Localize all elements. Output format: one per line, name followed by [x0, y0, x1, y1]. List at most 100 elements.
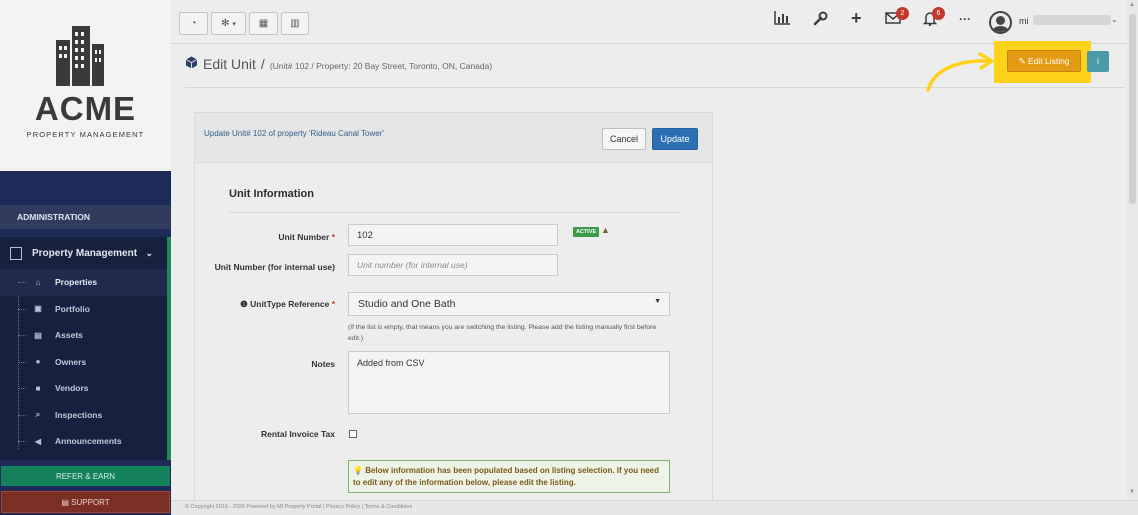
search-icon: ⌕: [35, 409, 41, 419]
gear-icon: ✻: [221, 18, 230, 29]
wrench-icon[interactable]: [813, 11, 828, 30]
caret-down-icon: ▾: [232, 21, 236, 28]
form-header-text: Update Unit# 102 of property 'Rideau Can…: [204, 129, 384, 138]
property-management-group: Property Management ⌄ ⌂ Properties ▣ Portfo…: [0, 237, 171, 460]
add-icon[interactable]: +: [851, 8, 862, 29]
building-logo-icon: [56, 26, 104, 86]
mail-badge: 2: [896, 7, 909, 20]
notice-text: Below information has been populated bas…: [353, 466, 660, 487]
sidebar-item-assets[interactable]: ▤ Assets: [0, 322, 167, 349]
notification-badge: 6: [932, 7, 945, 20]
pencil-icon: ✎: [1018, 56, 1026, 66]
info-button[interactable]: i: [1087, 51, 1109, 72]
caret-down-icon: ▼: [654, 298, 661, 305]
sidebar-item-properties[interactable]: ⌂ Properties: [0, 269, 167, 296]
internal-unit-number-label: Unit Number (for internal use): [214, 262, 335, 272]
chevron-down-icon: ⌄: [145, 247, 153, 258]
assets-icon: ▤: [34, 330, 42, 340]
edit-listing-button[interactable]: ✎ Edit Listing: [1007, 50, 1081, 72]
group-label: Property Management: [32, 247, 138, 259]
portfolio-icon: ▣: [34, 304, 42, 314]
scroll-down-arrow[interactable]: ▼: [1129, 489, 1135, 495]
warning-icon: ▲: [601, 225, 610, 235]
sidebar-item-label: Owners: [55, 356, 87, 367]
dashboard-button[interactable]: ◔: [179, 12, 208, 35]
refer-earn-button[interactable]: REFER & EARN: [1, 466, 170, 486]
sidebar-item-portfolio[interactable]: ▣ Portfolio: [0, 296, 167, 323]
calendar-icon: ▦: [258, 18, 269, 29]
rental-invoice-tax-label: Rental Invoice Tax: [260, 429, 335, 439]
info-circle-icon: ❶: [240, 299, 248, 309]
settings-dropdown[interactable]: ✻ ▾: [211, 12, 246, 35]
unittype-value: Studio and One Bath: [358, 298, 456, 310]
status-badge: ACTIVE: [573, 227, 600, 237]
title-separator: /: [260, 56, 265, 72]
support-button[interactable]: ▤ SUPPORT: [1, 491, 170, 513]
internal-unit-number-input[interactable]: Unit number (for internal use): [348, 254, 558, 276]
user-avatar[interactable]: [989, 11, 1012, 34]
sidebar-item-label: Vendors: [55, 383, 89, 394]
edit-listing-label: Edit Listing: [1027, 56, 1070, 66]
tree-connector: [18, 388, 26, 389]
user-name[interactable]: mi: [1019, 16, 1029, 26]
brand-name: ACME: [34, 90, 137, 127]
bullhorn-icon: ◀: [34, 436, 42, 446]
page-header: Edit Unit / (Unit# 102 / Property: 20 Ba…: [185, 56, 492, 72]
support-label: SUPPORT: [71, 498, 110, 507]
tree-connector: [18, 414, 26, 416]
notes-textarea[interactable]: Added from CSV: [348, 351, 670, 414]
sidebar-item-vendors[interactable]: ■ Vendors: [0, 375, 167, 402]
calendar-button[interactable]: ▦: [249, 12, 278, 35]
unittype-select[interactable]: Studio and One Bath ▼: [348, 292, 670, 316]
admin-section-label: ADMINISTRATION: [0, 205, 171, 229]
scroll-up-arrow[interactable]: ▲: [1129, 2, 1135, 8]
info-icon: i: [1097, 56, 1099, 66]
building-icon: [10, 246, 22, 260]
rental-invoice-tax-checkbox[interactable]: [349, 430, 357, 438]
brand-logo[interactable]: ACME PROPERTY MANAGEMENT: [0, 0, 171, 171]
lightbulb-icon: 💡: [353, 466, 363, 475]
page-title: Edit Unit: [203, 56, 256, 72]
chevron-down-icon[interactable]: ⌄: [1111, 15, 1118, 24]
calculator-button[interactable]: ▥: [281, 12, 309, 35]
section-title: Unit Information: [229, 188, 314, 200]
scrollbar-thumb[interactable]: [1129, 14, 1136, 204]
unittype-label: ❶ UnitType Reference *: [240, 299, 335, 309]
calculator-icon: ▥: [290, 18, 300, 29]
tree-connector: [18, 335, 26, 336]
unit-number-input[interactable]: 102: [348, 224, 558, 246]
tree-connector: [18, 282, 26, 283]
more-menu[interactable]: ···: [959, 12, 971, 26]
sidebar-item-label: Assets: [55, 330, 83, 341]
edit-unit-form: Update Unit# 102 of property 'Rideau Can…: [194, 112, 713, 502]
tree-connector: [18, 308, 26, 310]
form-header: Update Unit# 102 of property 'Rideau Can…: [195, 113, 712, 163]
support-icon: ▤: [61, 498, 69, 507]
cancel-button[interactable]: Cancel: [602, 128, 646, 150]
listing-notice: 💡 Below information has been populated b…: [348, 460, 670, 493]
notes-label: Notes: [311, 359, 335, 369]
unit-number-label: Unit Number *: [278, 232, 335, 242]
property-management-toggle[interactable]: Property Management ⌄: [0, 237, 167, 269]
brand-tagline: PROPERTY MANAGEMENT: [26, 130, 145, 139]
sidebar-item-label: Portfolio: [55, 303, 90, 314]
sidebar-item-label: Announcements: [55, 436, 122, 447]
update-button[interactable]: Update: [652, 128, 698, 150]
footer: © Copyright 2016 - 2026 Powered by MI Pr…: [171, 500, 1138, 515]
top-bar: ◔ ✻ ▾ ▦ ▥ + 2 6 ··· mi ⌄: [171, 0, 1138, 44]
cube-icon: [185, 56, 198, 69]
sidebar: ACME PROPERTY MANAGEMENT ADMINISTRATION …: [0, 0, 171, 515]
dashboard-icon: ◔: [190, 18, 197, 29]
pointer-arrow-annotation: [926, 52, 994, 92]
notifications-button[interactable]: 6: [922, 7, 945, 30]
sidebar-item-announcements[interactable]: ◀ Announcements: [0, 428, 167, 455]
breadcrumb: (Unit# 102 / Property: 20 Bay Street, To…: [269, 61, 493, 71]
sidebar-item-inspections[interactable]: ⌕ Inspections: [0, 402, 167, 429]
nav-list: ⌂ Properties ▣ Portfolio ▤ Assets ● Owners ■ Vend…: [0, 269, 167, 455]
sidebar-item-label: Properties: [55, 277, 98, 288]
sidebar-item-owners[interactable]: ● Owners: [0, 349, 167, 376]
tree-connector: [18, 361, 26, 363]
owner-icon: ●: [35, 357, 41, 367]
mail-button[interactable]: 2: [885, 7, 909, 28]
reports-icon[interactable]: [774, 11, 791, 29]
